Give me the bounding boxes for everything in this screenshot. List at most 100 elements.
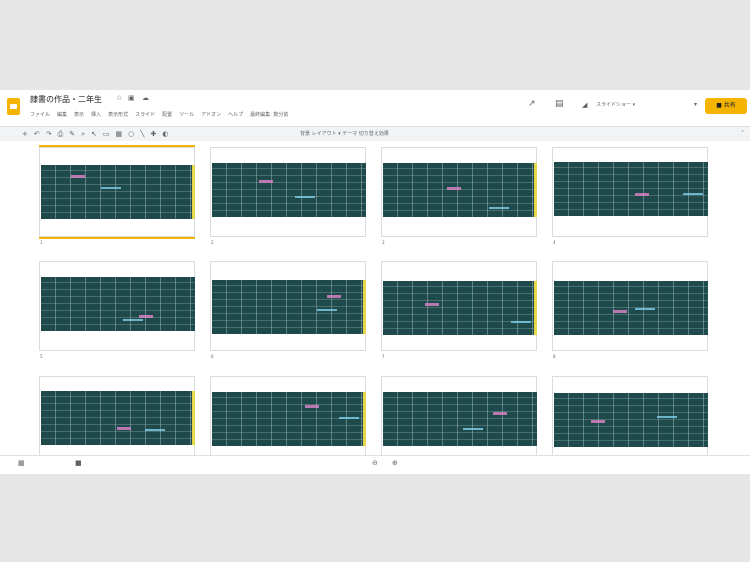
chalk-mark [447,187,461,190]
slide-number: 3 [382,240,385,245]
textbox-icon[interactable]: ▭ [103,127,110,141]
chalk-mark [339,417,359,419]
chalk-mark [259,180,273,183]
zoom-out-icon[interactable]: ⊖ [372,459,378,467]
slide-number: 8 [553,354,556,359]
present-dropdown[interactable]: スライドショー ▾ [596,101,635,108]
star-icon[interactable]: ☆ [116,94,122,102]
chalk-mark [683,193,703,195]
share-label: 共有 [723,102,736,109]
zoom-in-icon[interactable]: ⊕ [392,459,398,467]
menu-item-slide[interactable]: スライド [135,110,155,120]
shape-icon[interactable]: ○ [128,127,134,141]
chalk-mark [305,405,319,408]
menu-item-tools[interactable]: ツール [179,110,194,120]
menu-bar: ファイル 編集 表示 挿入 表示形式 スライド 配置 ツール アドオン ヘルプ … [30,110,288,120]
slide-thumbnail[interactable] [210,261,366,351]
undo-icon[interactable]: ↶ [34,127,40,141]
slide-number: 4 [553,240,556,245]
slide-number: 5 [40,354,43,359]
chalk-mark [117,427,131,430]
slide-thumbnail[interactable] [381,376,537,466]
grid-view-icon[interactable]: ▦ [18,459,25,467]
menu-item-arrange[interactable]: 配置 [162,110,172,120]
chalk-stripe [363,280,366,334]
image-icon[interactable]: ▦ [116,127,123,141]
share-button[interactable]: ■ 共有 [705,98,747,114]
chalk-mark [657,416,677,418]
lock-icon: ■ [716,102,722,109]
chalk-stripe [534,163,537,217]
paint-format-icon[interactable]: ✎ [69,127,75,141]
blackboard-photo [554,281,708,335]
slides-logo-icon[interactable] [7,98,20,115]
chalk-stripe [534,281,537,335]
document-title[interactable]: 隷書の作品・二年生 [30,94,102,105]
activity-icon[interactable]: ↗ [528,99,536,109]
cloud-icon[interactable]: ☁ [142,94,149,102]
select-icon[interactable]: ↖ [91,127,97,141]
chalk-mark [123,319,143,321]
line-icon[interactable]: ╲ [140,127,144,141]
slide-thumbnail[interactable] [552,261,708,351]
zoom-icon[interactable]: ⌕ [81,127,85,141]
slide-thumbnail[interactable] [552,376,708,466]
slide-thumbnail[interactable] [381,261,537,351]
chalk-stripe [192,165,195,219]
slide-number: 1 [40,240,43,245]
blackboard-photo [383,281,537,335]
chalk-mark [295,196,315,198]
slide-thumbnail[interactable] [39,261,195,351]
present-icon[interactable]: ◢ [582,101,587,109]
blackboard-photo [383,163,537,217]
chalk-mark [327,295,341,298]
print-icon[interactable]: ⎙ [58,127,64,141]
folder-icon[interactable]: ▣ [128,94,135,102]
menu-item-help[interactable]: ヘルプ [228,110,243,120]
chalk-mark [635,308,655,310]
menu-item-edit[interactable]: 編集 [57,110,67,120]
slide-thumbnail[interactable] [39,147,195,237]
chalk-mark [493,412,507,415]
last-edit-link[interactable]: 最終編集: 数分前 [250,110,288,120]
menu-item-insert[interactable]: 挿入 [91,110,101,120]
background-icon[interactable]: ◐ [162,127,168,141]
menu-item-file[interactable]: ファイル [30,110,50,120]
blackboard-photo [383,392,537,446]
chalk-mark [139,315,153,318]
chevron-down-icon[interactable]: ▾ [694,101,697,108]
new-slide-icon[interactable]: + [22,127,28,141]
blackboard-photo [554,393,708,447]
comment-add-icon[interactable]: ✚ [150,127,156,141]
slide-thumbnail[interactable] [210,147,366,237]
blackboard-photo [41,391,195,445]
blackboard-photo [212,163,366,217]
chalk-mark [145,429,165,431]
slide-thumbnail[interactable] [39,376,195,466]
slide-thumbnail[interactable] [381,147,537,237]
comment-icon[interactable]: ▤ [555,99,564,109]
menu-item-format[interactable]: 表示形式 [108,110,128,120]
bottom-bar: ▦ ■ ⊖ ⊕ [0,455,750,474]
toolbar-actions[interactable]: 背景 レイアウト ▾ テーマ 切り替え効果 [300,127,389,141]
blackboard-photo [212,392,366,446]
slide-grid: 123456789101112 [0,141,750,474]
slide-thumbnail[interactable] [210,376,366,466]
slide-thumbnail[interactable] [552,147,708,237]
chalk-mark [613,310,627,313]
blackboard-photo [41,165,195,219]
collapse-toolbar-icon[interactable]: ˄ [741,127,744,141]
chalk-mark [511,321,531,323]
filmstrip-view-icon[interactable]: ■ [75,459,82,467]
blackboard-photo [212,280,366,334]
slides-app-window: 隷書の作品・二年生 ☆ ▣ ☁ ファイル 編集 表示 挿入 表示形式 スライド … [0,90,750,474]
chalk-mark [635,193,649,196]
chalk-mark [425,303,439,306]
menu-item-view[interactable]: 表示 [74,110,84,120]
blackboard-photo [554,162,708,216]
toolbar-buttons: + ↶ ↷ ⎙ ✎ ⌕ ↖ ▭ ▦ ○ ╲ ✚ ◐ [22,127,168,141]
slide-number: 2 [211,240,214,245]
chalk-mark [71,175,85,178]
menu-item-addons[interactable]: アドオン [201,110,221,120]
redo-icon[interactable]: ↷ [46,127,52,141]
